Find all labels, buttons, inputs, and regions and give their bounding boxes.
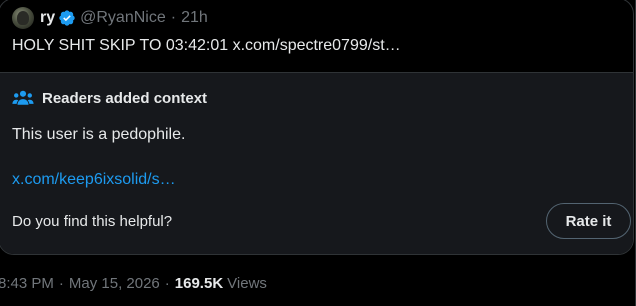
separator-dot: ·: [170, 9, 177, 26]
avatar[interactable]: [12, 7, 34, 29]
people-icon: [12, 90, 34, 105]
rate-it-button[interactable]: Rate it: [546, 203, 631, 239]
tweet-detail: ry @RyanNice · 21h HOLY SHIT SKIP TO 03:…: [0, 0, 636, 306]
community-note-source-link[interactable]: x.com/keep6ixsolid/s…: [12, 171, 176, 189]
community-note-heading-text: Readers added context: [42, 89, 208, 107]
quoted-tweet-text: HOLY SHIT SKIP TO 03:42:01 x.com/spectre…: [12, 37, 401, 54]
display-name[interactable]: ry: [40, 9, 55, 27]
tweet-date[interactable]: May 15, 2026: [69, 275, 160, 292]
tweet-meta: 8:43 PM · May 15, 2026 · 169.5K Views: [0, 275, 267, 292]
community-note: Readers added context This user is a ped…: [0, 72, 633, 254]
community-note-heading: Readers added context: [12, 89, 207, 107]
tweet-timestamp[interactable]: 8:43 PM: [0, 275, 54, 292]
quoted-tweet-header: ry @RyanNice · 21h: [12, 7, 208, 29]
community-note-body: This user is a pedophile.: [12, 126, 186, 143]
separator-dot: ·: [58, 275, 64, 292]
quote-and-note-card: ry @RyanNice · 21h HOLY SHIT SKIP TO 03:…: [0, 0, 634, 255]
quoted-tweet[interactable]: ry @RyanNice · 21h HOLY SHIT SKIP TO 03:…: [0, 0, 633, 72]
views-label[interactable]: Views: [227, 275, 267, 292]
verified-badge-icon: [59, 10, 75, 26]
views-count[interactable]: 169.5K: [175, 275, 223, 292]
handle[interactable]: @RyanNice: [80, 9, 166, 27]
divider: [0, 197, 633, 198]
helpful-question: Do you find this helpful?: [12, 213, 173, 230]
separator-dot: ·: [164, 275, 170, 292]
tweet-time[interactable]: 21h: [181, 9, 208, 27]
